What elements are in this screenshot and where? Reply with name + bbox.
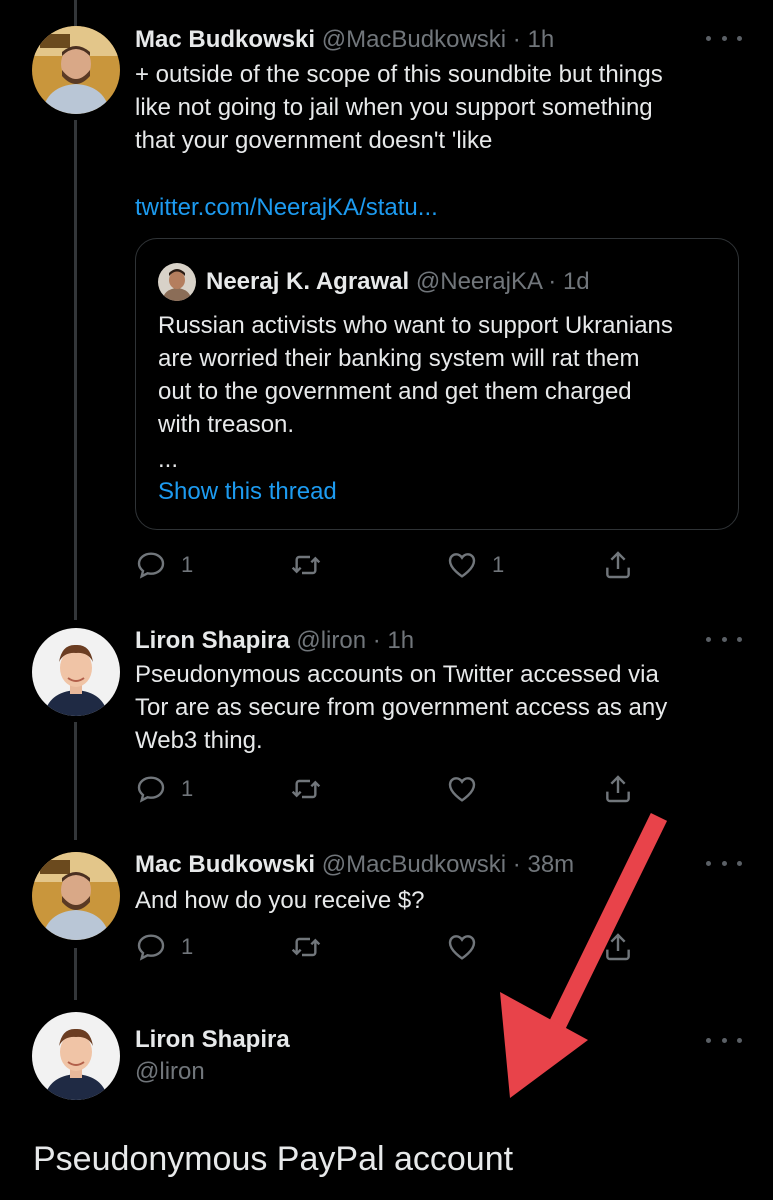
- like-button[interactable]: [446, 927, 478, 967]
- thread-line: [74, 120, 77, 620]
- reply-author-name[interactable]: Liron Shapira: [135, 1024, 290, 1056]
- reply-count: 1: [181, 776, 194, 801]
- thread-line: [74, 948, 77, 1000]
- reply-icon: [137, 934, 165, 961]
- avatar[interactable]: [32, 852, 120, 940]
- author-name[interactable]: Mac Budkowski: [135, 851, 315, 878]
- like-icon: [448, 777, 476, 802]
- tweet-text: Pseudonymous accounts on Twitter accesse…: [135, 661, 668, 754]
- quote-header: Neeraj K. Agrawal @NeerajKA · 1d: [206, 267, 590, 297]
- share-icon: [606, 775, 630, 803]
- author-meta: @liron · 1h: [296, 627, 415, 654]
- tweet-actions: 1: [135, 927, 635, 967]
- reply-icon: [137, 552, 165, 579]
- quote-text: Russian activists who want to support Uk…: [158, 309, 728, 505]
- more-icon[interactable]: [706, 1032, 742, 1048]
- like-button[interactable]: [446, 769, 478, 809]
- author-name[interactable]: Liron Shapira: [135, 627, 290, 654]
- like-count: 1: [492, 552, 505, 577]
- quote-avatar: [158, 263, 196, 301]
- tweet-header: Mac Budkowski @MacBudkowski · 38m: [135, 850, 574, 880]
- like-button[interactable]: 1: [446, 545, 504, 585]
- reply-icon: [137, 776, 165, 803]
- retweet-button[interactable]: [290, 769, 322, 809]
- retweet-icon: [291, 937, 321, 957]
- reply-button[interactable]: 1: [135, 769, 193, 809]
- quoted-tweet[interactable]: Neeraj K. Agrawal @NeerajKA · 1d Russian…: [135, 238, 739, 530]
- more-icon[interactable]: [706, 855, 742, 871]
- like-icon: [448, 935, 476, 960]
- retweet-button[interactable]: [290, 545, 322, 585]
- share-button[interactable]: [602, 769, 634, 809]
- author-meta: @MacBudkowski · 38m: [321, 851, 575, 878]
- red-arrow-annotation: [500, 812, 668, 1098]
- share-icon: [606, 933, 630, 961]
- thread-line: [74, 0, 77, 26]
- reply-count: 1: [181, 552, 194, 577]
- retweet-icon: [291, 555, 321, 575]
- retweet-button[interactable]: [290, 927, 322, 967]
- more-icon[interactable]: [706, 30, 742, 46]
- reply-author-handle: @liron: [135, 1058, 205, 1085]
- author-name[interactable]: Mac Budkowski: [135, 26, 315, 53]
- quote-author-name: Neeraj K. Agrawal: [206, 268, 410, 295]
- quote-author-meta: @NeerajKA · 1d: [415, 268, 590, 295]
- tweet-actions: 1: [135, 769, 635, 809]
- tweet-text: + outside of the scope of this soundbite…: [135, 61, 663, 154]
- tweet-text: And how do you receive $?: [135, 887, 425, 914]
- reply-count: 1: [181, 934, 194, 959]
- avatar[interactable]: [32, 1012, 120, 1100]
- share-icon: [606, 551, 630, 579]
- show-thread-link[interactable]: Show this thread: [158, 479, 728, 505]
- reply-text: Pseudonymous PayPal account: [33, 1140, 514, 1178]
- avatar[interactable]: [32, 628, 120, 716]
- tweet-header: Liron Shapira @liron · 1h: [135, 626, 414, 656]
- reply-button[interactable]: 1: [135, 927, 193, 967]
- avatar[interactable]: [32, 26, 120, 114]
- tweet-link[interactable]: twitter.com/NeerajKA/statu...: [135, 194, 438, 222]
- author-meta: @MacBudkowski · 1h: [321, 26, 555, 53]
- retweet-icon: [291, 779, 321, 799]
- tweet-header: Mac Budkowski @MacBudkowski · 1h: [135, 25, 554, 55]
- share-button[interactable]: [602, 927, 634, 967]
- thread-line: [74, 722, 77, 840]
- tweet-actions: 1 1: [135, 545, 635, 585]
- reply-button[interactable]: 1: [135, 545, 193, 585]
- like-icon: [448, 553, 476, 578]
- share-button[interactable]: [602, 545, 634, 585]
- more-icon[interactable]: [706, 631, 742, 647]
